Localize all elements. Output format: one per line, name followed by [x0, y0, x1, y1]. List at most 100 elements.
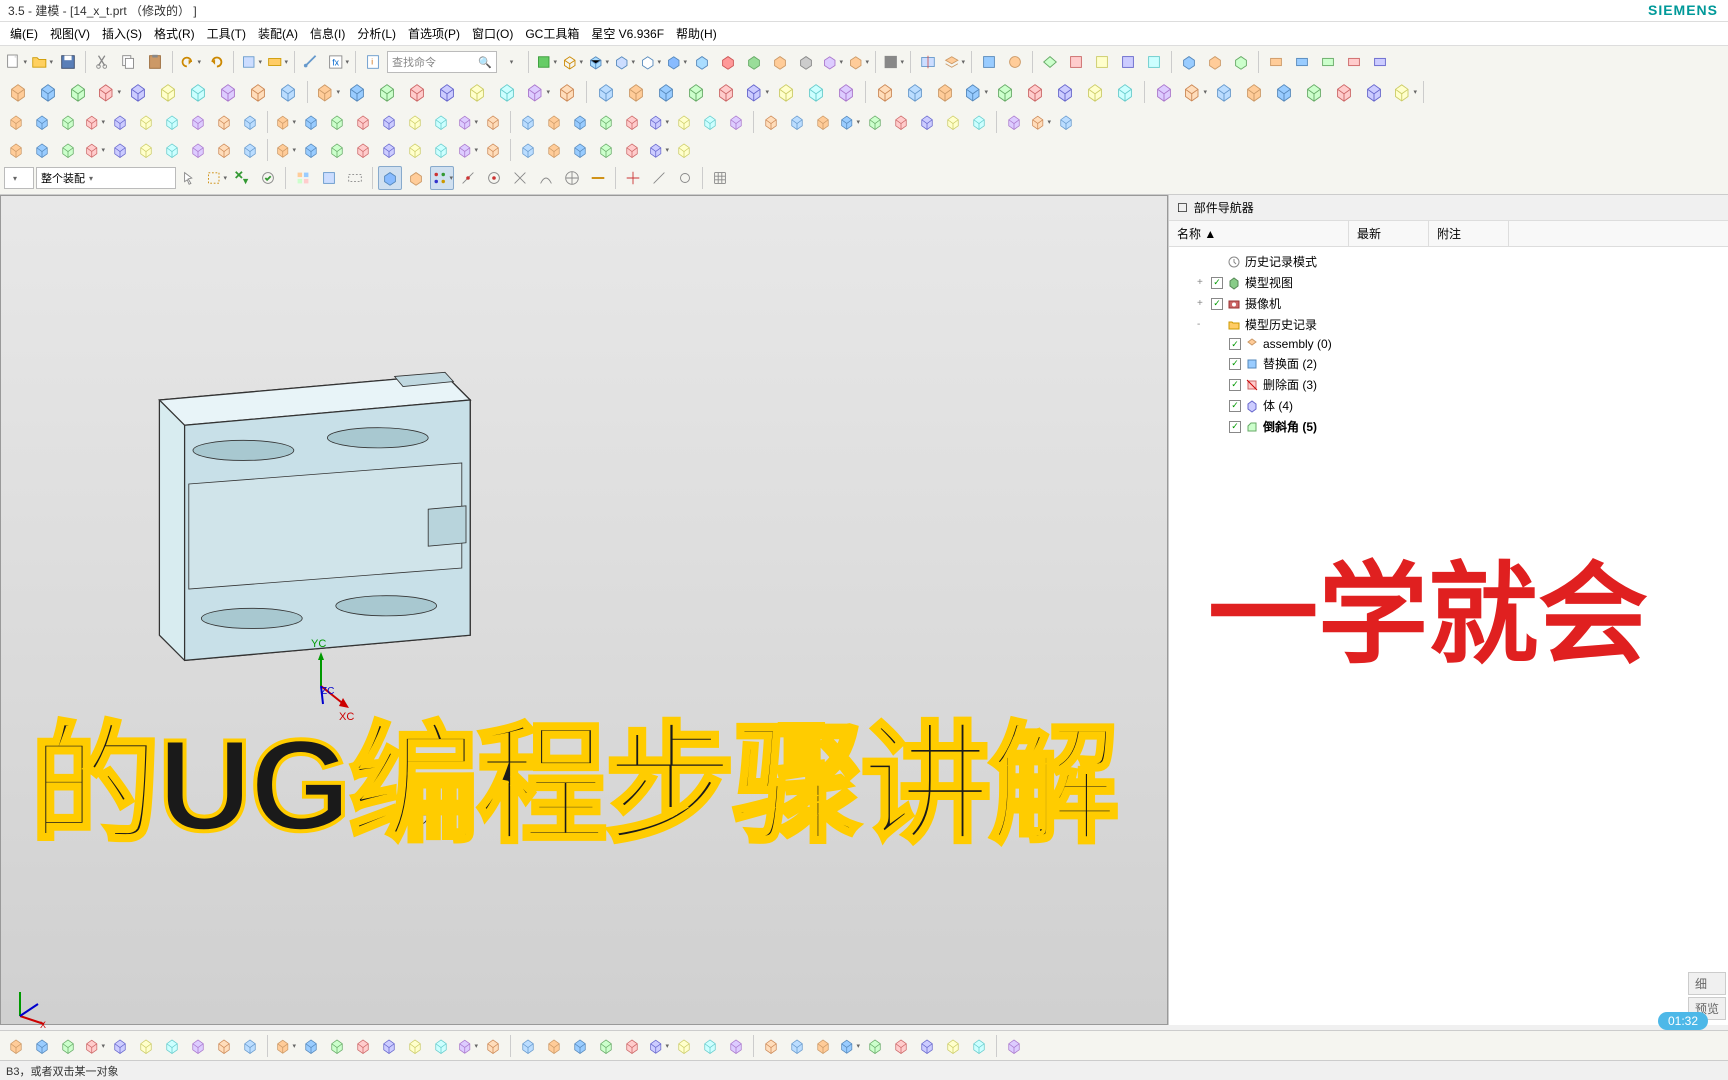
feature-icon-tb-row4-11[interactable]: [299, 138, 323, 162]
expand-icon[interactable]: +: [1197, 298, 1207, 309]
feature-icon-bottom-tb-32[interactable]: [863, 1034, 887, 1058]
feature-icon-tb-row3-4[interactable]: [108, 110, 132, 134]
feature-icon-bottom-tb-31[interactable]: [837, 1034, 861, 1058]
feature-icon-tb-row3-26[interactable]: [698, 110, 722, 134]
feature-icon-tb-row4-25[interactable]: [672, 138, 696, 162]
feature-icon-tb-row4-7[interactable]: [186, 138, 210, 162]
feature-icon-tb-row2-25[interactable]: [772, 78, 800, 106]
feature-icon-tb-row3-29[interactable]: [785, 110, 809, 134]
snap-2[interactable]: [456, 166, 480, 190]
checkbox-icon[interactable]: ✓: [1229, 379, 1241, 391]
feature-icon-bottom-tb-26[interactable]: [698, 1034, 722, 1058]
menu-gctoolbox[interactable]: GC工具箱: [519, 25, 585, 42]
feature-icon-tb-row2-20[interactable]: [622, 78, 650, 106]
feature-icon-tb-row2-14[interactable]: [433, 78, 461, 106]
feature-icon-tb-row4-17[interactable]: [455, 138, 479, 162]
feature-icon-tb-row2-7[interactable]: [214, 78, 242, 106]
feature-icon-tb-row2-13[interactable]: [403, 78, 431, 106]
feature-icon-tb-row2-0[interactable]: [4, 78, 32, 106]
layer-button[interactable]: [942, 50, 966, 74]
cube-1[interactable]: [586, 50, 610, 74]
feature-icon-tb-row2-2[interactable]: [64, 78, 92, 106]
feature-icon-tb-row3-28[interactable]: [759, 110, 783, 134]
feature-icon-bottom-tb-1[interactable]: [30, 1034, 54, 1058]
feature-icon-tb-row2-38[interactable]: [1180, 78, 1208, 106]
feature-icon-tb-row2-8[interactable]: [244, 78, 272, 106]
feature-icon-tb-row2-42[interactable]: [1300, 78, 1328, 106]
feature-icon-tb-row4-6[interactable]: [160, 138, 184, 162]
feature-icon-tb-row4-15[interactable]: [403, 138, 427, 162]
checkbox-icon[interactable]: ✓: [1211, 277, 1223, 289]
feature-icon-tb-row4-12[interactable]: [325, 138, 349, 162]
menu-assembly[interactable]: 装配(A): [252, 25, 304, 42]
feature-icon-bottom-tb-11[interactable]: [299, 1034, 323, 1058]
expression-button[interactable]: fx: [326, 50, 350, 74]
menu-info[interactable]: 信息(I): [304, 25, 351, 42]
feature-icon-tb-row2-9[interactable]: [274, 78, 302, 106]
feature-icon-tb-row4-16[interactable]: [429, 138, 453, 162]
feature-button[interactable]: [265, 50, 289, 74]
sel-8[interactable]: [404, 166, 428, 190]
feature-icon-tb-row2-5[interactable]: [154, 78, 182, 106]
feature-icon-tb-row3-10[interactable]: [273, 110, 297, 134]
feature-icon-bottom-tb-5[interactable]: [134, 1034, 158, 1058]
feature-icon-bottom-tb-34[interactable]: [915, 1034, 939, 1058]
feature-icon-bottom-tb-8[interactable]: [212, 1034, 236, 1058]
feature-icon-tb-row3-22[interactable]: [594, 110, 618, 134]
expand-icon[interactable]: +: [1197, 277, 1207, 288]
feature-icon-bottom-tb-0[interactable]: [4, 1034, 28, 1058]
feature-icon-bottom-tb-2[interactable]: [56, 1034, 80, 1058]
feature-icon-tb-row4-10[interactable]: [273, 138, 297, 162]
feature-icon-tb-row4-0[interactable]: [4, 138, 28, 162]
cube-3[interactable]: [638, 50, 662, 74]
feature-icon-bottom-tb-18[interactable]: [481, 1034, 505, 1058]
feature-icon-bottom-tb-16[interactable]: [429, 1034, 453, 1058]
feature-icon-tb-row3-18[interactable]: [481, 110, 505, 134]
feature-icon-tb-row2-28[interactable]: [871, 78, 899, 106]
feature-icon-bottom-tb-25[interactable]: [672, 1034, 696, 1058]
feature-icon-tb-row2-21[interactable]: [652, 78, 680, 106]
feature-icon-tb-row3-6[interactable]: [160, 110, 184, 134]
feature-icon-tb-row2-19[interactable]: [592, 78, 620, 106]
feature-icon-tb-row2-10[interactable]: [313, 78, 341, 106]
feature-icon-bottom-tb-6[interactable]: [160, 1034, 184, 1058]
feature-icon-tb-row3-23[interactable]: [620, 110, 644, 134]
feature-icon-tb-row2-23[interactable]: [712, 78, 740, 106]
col-latest[interactable]: 最新: [1349, 221, 1429, 246]
checkbox-icon[interactable]: ✓: [1229, 421, 1241, 433]
feature-icon-tb-row4-2[interactable]: [56, 138, 80, 162]
feature-icon-tb-row4-18[interactable]: [481, 138, 505, 162]
viewport-3d[interactable]: YC XC ZC: [0, 195, 1168, 1025]
feature-icon-tb-row2-32[interactable]: [991, 78, 1019, 106]
cube-10[interactable]: [820, 50, 844, 74]
section-button[interactable]: [916, 50, 940, 74]
tool-a13[interactable]: [1316, 50, 1340, 74]
feature-icon-tb-row3-38[interactable]: [1028, 110, 1052, 134]
feature-icon-bottom-tb-10[interactable]: [273, 1034, 297, 1058]
wireframe-button[interactable]: [560, 50, 584, 74]
feature-icon-tb-row3-27[interactable]: [724, 110, 748, 134]
feature-icon-tb-row3-0[interactable]: [4, 110, 28, 134]
feature-icon-tb-row2-43[interactable]: [1330, 78, 1358, 106]
feature-icon-bottom-tb-24[interactable]: [646, 1034, 670, 1058]
undo-button[interactable]: [178, 50, 202, 74]
sel-4[interactable]: [256, 166, 280, 190]
tool-a5[interactable]: [1090, 50, 1114, 74]
feature-icon-tb-row3-15[interactable]: [403, 110, 427, 134]
filter-combo-1[interactable]: [4, 167, 34, 189]
snap-10[interactable]: [673, 166, 697, 190]
feature-icon-tb-row2-11[interactable]: [343, 78, 371, 106]
feature-icon-bottom-tb-4[interactable]: [108, 1034, 132, 1058]
cube-sel[interactable]: [378, 166, 402, 190]
tree-item-7[interactable]: ✓ 体 (4) ✓: [1169, 395, 1728, 416]
menu-format[interactable]: 格式(R): [148, 25, 201, 42]
feature-icon-bottom-tb-28[interactable]: [759, 1034, 783, 1058]
sel-3[interactable]: [230, 166, 254, 190]
feature-icon-tb-row4-23[interactable]: [620, 138, 644, 162]
sel-2[interactable]: [204, 166, 228, 190]
feature-icon-tb-row2-41[interactable]: [1270, 78, 1298, 106]
feature-icon-tb-row3-17[interactable]: [455, 110, 479, 134]
feature-icon-bottom-tb-14[interactable]: [377, 1034, 401, 1058]
tool-a6[interactable]: [1116, 50, 1140, 74]
feature-icon-bottom-tb-22[interactable]: [594, 1034, 618, 1058]
